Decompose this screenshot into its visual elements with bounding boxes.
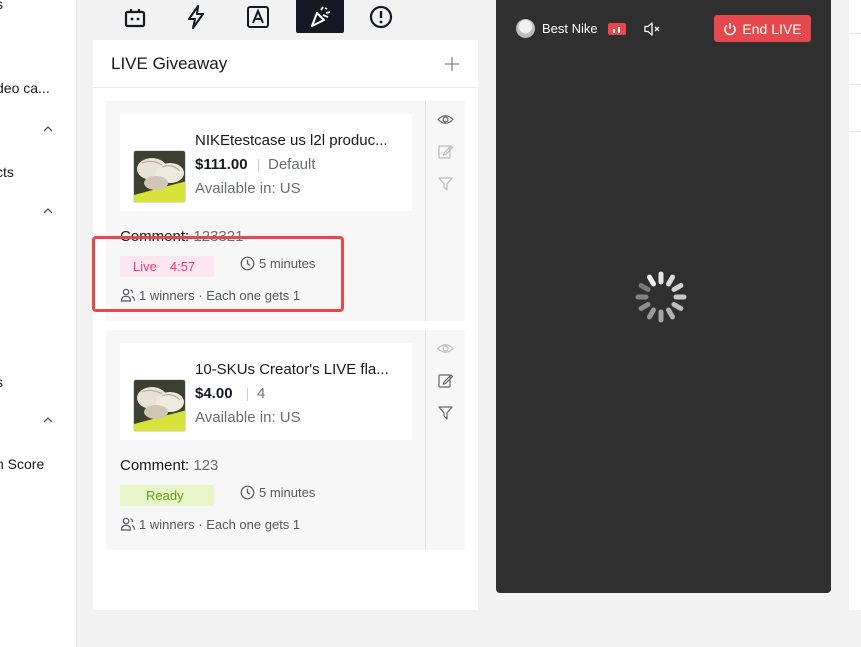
shopping-bag-button[interactable] bbox=[111, 0, 159, 33]
duration-info: 5 minutes bbox=[240, 485, 315, 500]
giveaway-panel: LIVE Giveaway NIKEtestcase us l2l produc… bbox=[93, 40, 478, 610]
status-label: Ready bbox=[146, 488, 184, 503]
winners-text: 1 winners · Each one gets 1 bbox=[139, 516, 301, 532]
sneaker-image bbox=[134, 380, 185, 431]
text-caption-button[interactable] bbox=[234, 0, 282, 33]
divider bbox=[849, 131, 861, 132]
notice-button[interactable] bbox=[357, 0, 405, 33]
text-a-icon bbox=[247, 5, 269, 28]
comment-text: Comment: 123 bbox=[120, 457, 218, 474]
party-popper-icon bbox=[311, 6, 331, 27]
sidebar-item-label[interactable]: s bbox=[0, 0, 3, 12]
chevron-up-icon[interactable] bbox=[43, 415, 53, 425]
product-price: $111.00 bbox=[195, 156, 248, 173]
giveaway-card-content: 10-SKUs Creator's LIVE fla... $4.00 4 Av… bbox=[106, 330, 425, 550]
mute-icon[interactable] bbox=[643, 20, 661, 38]
product-variant: 4 bbox=[257, 385, 266, 402]
end-live-label: End LIVE bbox=[742, 20, 802, 37]
clock-icon bbox=[240, 485, 255, 500]
flash-sale-button[interactable] bbox=[172, 0, 220, 33]
edit-icon[interactable] bbox=[437, 372, 454, 389]
live-preview: Best Nike End LIVE bbox=[496, 0, 831, 593]
product-thumbnail bbox=[133, 150, 186, 203]
panel-title: LIVE Giveaway bbox=[111, 53, 228, 73]
duration-text: 5 minutes bbox=[259, 485, 316, 500]
giveaway-button[interactable] bbox=[296, 0, 344, 33]
panel-header: LIVE Giveaway bbox=[93, 40, 478, 88]
comment-keyword: 123 bbox=[193, 457, 219, 474]
chevron-up-icon[interactable] bbox=[43, 124, 53, 134]
product-info: NIKEtestcase us l2l produc... $111.00 De… bbox=[120, 114, 412, 211]
avatar bbox=[516, 19, 535, 38]
product-info: 10-SKUs Creator's LIVE fla... $4.00 4 Av… bbox=[120, 343, 412, 440]
plus-icon[interactable] bbox=[444, 56, 460, 72]
sneaker-image bbox=[134, 151, 185, 202]
product-availability: Available in: US bbox=[195, 409, 301, 426]
loading-spinner-icon bbox=[635, 271, 687, 323]
power-icon bbox=[724, 22, 737, 35]
divider bbox=[849, 33, 861, 34]
host-info: Best Nike bbox=[516, 19, 661, 38]
divider bbox=[258, 159, 259, 172]
product-name: 10-SKUs Creator's LIVE fla... bbox=[195, 361, 389, 378]
chevron-up-icon[interactable] bbox=[43, 206, 53, 216]
users-icon bbox=[120, 517, 136, 531]
status-badge: Ready bbox=[120, 485, 214, 506]
end-live-button[interactable]: End LIVE bbox=[714, 15, 811, 42]
sidebar-item-label[interactable]: s bbox=[0, 374, 3, 390]
comment-label: Comment: bbox=[120, 457, 190, 474]
giveaway-card: 10-SKUs Creator's LIVE fla... $4.00 4 Av… bbox=[106, 330, 465, 550]
shopping-bag-icon bbox=[124, 8, 146, 27]
eye-icon[interactable] bbox=[437, 111, 454, 128]
divider bbox=[247, 388, 248, 401]
card-actions bbox=[425, 101, 465, 321]
edit-icon bbox=[438, 145, 454, 159]
product-price: $4.00 bbox=[195, 385, 233, 402]
product-thumbnail bbox=[133, 379, 186, 432]
left-sidebar: s deo ca... cts s h Score l bbox=[0, 0, 77, 647]
host-name: Best Nike bbox=[542, 21, 598, 36]
filter-icon[interactable] bbox=[437, 404, 454, 421]
filter-icon bbox=[438, 177, 453, 191]
product-name: NIKEtestcase us l2l produc... bbox=[195, 132, 388, 149]
lightning-icon bbox=[188, 4, 204, 29]
eye-icon bbox=[437, 344, 454, 353]
highlight-box bbox=[92, 236, 344, 312]
product-availability: Available in: US bbox=[195, 180, 301, 197]
sidebar-item-label[interactable]: cts bbox=[0, 164, 14, 180]
product-variant: Default bbox=[268, 156, 316, 173]
right-panel-edge bbox=[849, 0, 861, 610]
live-signal-icon bbox=[607, 22, 626, 35]
winners-info: 1 winners · Each one gets 1 bbox=[120, 516, 300, 532]
tool-bar bbox=[93, 0, 478, 40]
sidebar-item-label[interactable]: h Score bbox=[0, 456, 44, 472]
divider bbox=[849, 84, 861, 85]
card-actions bbox=[425, 330, 465, 550]
exclamation-circle-icon bbox=[369, 5, 393, 28]
sidebar-item-label[interactable]: deo ca... bbox=[0, 80, 50, 96]
